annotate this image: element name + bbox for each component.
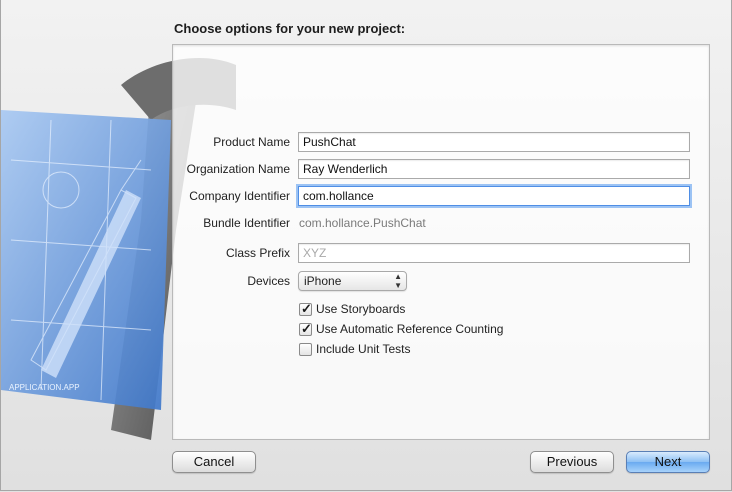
class-prefix-field[interactable]: XYZ [298,243,690,263]
use-arc-checkbox[interactable]: ✓ Use Automatic Reference Counting [299,321,599,338]
product-name-row: Product Name PushChat [173,132,709,154]
devices-select[interactable]: iPhone ▲ ▼ [298,271,407,291]
product-name-label: Product Name [213,135,290,149]
company-identifier-row: Company Identifier com.hollance [173,186,709,208]
bundle-identifier-value: com.hollance.PushChat [299,216,426,230]
checkbox-box[interactable]: ✓ [299,321,312,336]
options-panel: Product Name PushChat Organization Name … [172,44,710,440]
devices-row: Devices iPhone ▲ ▼ [173,271,709,293]
dialog-title: Choose options for your new project: [174,21,406,36]
bundle-identifier-label: Bundle Identifier [203,216,290,230]
use-storyboards-label: Use Storyboards [316,302,406,316]
organization-name-row: Organization Name Ray Wenderlich [173,159,709,181]
checkbox-box[interactable]: ✓ [299,301,312,316]
devices-selected-value: iPhone [304,274,342,288]
product-name-field[interactable]: PushChat [298,132,690,152]
checkmark-icon: ✓ [301,321,312,336]
include-unit-tests-checkbox[interactable]: Include Unit Tests [299,342,599,358]
organization-name-field[interactable]: Ray Wenderlich [298,159,690,179]
bundle-identifier-row: Bundle Identifier com.hollance.PushChat [173,213,709,235]
previous-button[interactable]: Previous [530,451,614,473]
blueprint-caption: APPLICATION.APP [9,383,80,392]
include-unit-tests-label: Include Unit Tests [316,342,411,356]
project-options-dialog: APPLICATION.APP Choose options for your … [0,0,732,491]
organization-name-label: Organization Name [186,162,290,176]
class-prefix-row: Class Prefix XYZ [173,243,709,265]
next-button[interactable]: Next [626,451,710,473]
cancel-button[interactable]: Cancel [172,451,256,473]
use-arc-label: Use Automatic Reference Counting [316,322,504,336]
checkbox-box[interactable] [299,343,312,356]
class-prefix-label: Class Prefix [225,246,290,260]
company-identifier-label: Company Identifier [189,189,290,203]
checkmark-icon: ✓ [301,301,312,316]
up-down-arrows-icon: ▲ ▼ [394,272,402,290]
use-storyboards-checkbox[interactable]: ✓ Use Storyboards [299,301,599,318]
company-identifier-field[interactable]: com.hollance [298,186,690,206]
devices-label: Devices [247,274,290,288]
